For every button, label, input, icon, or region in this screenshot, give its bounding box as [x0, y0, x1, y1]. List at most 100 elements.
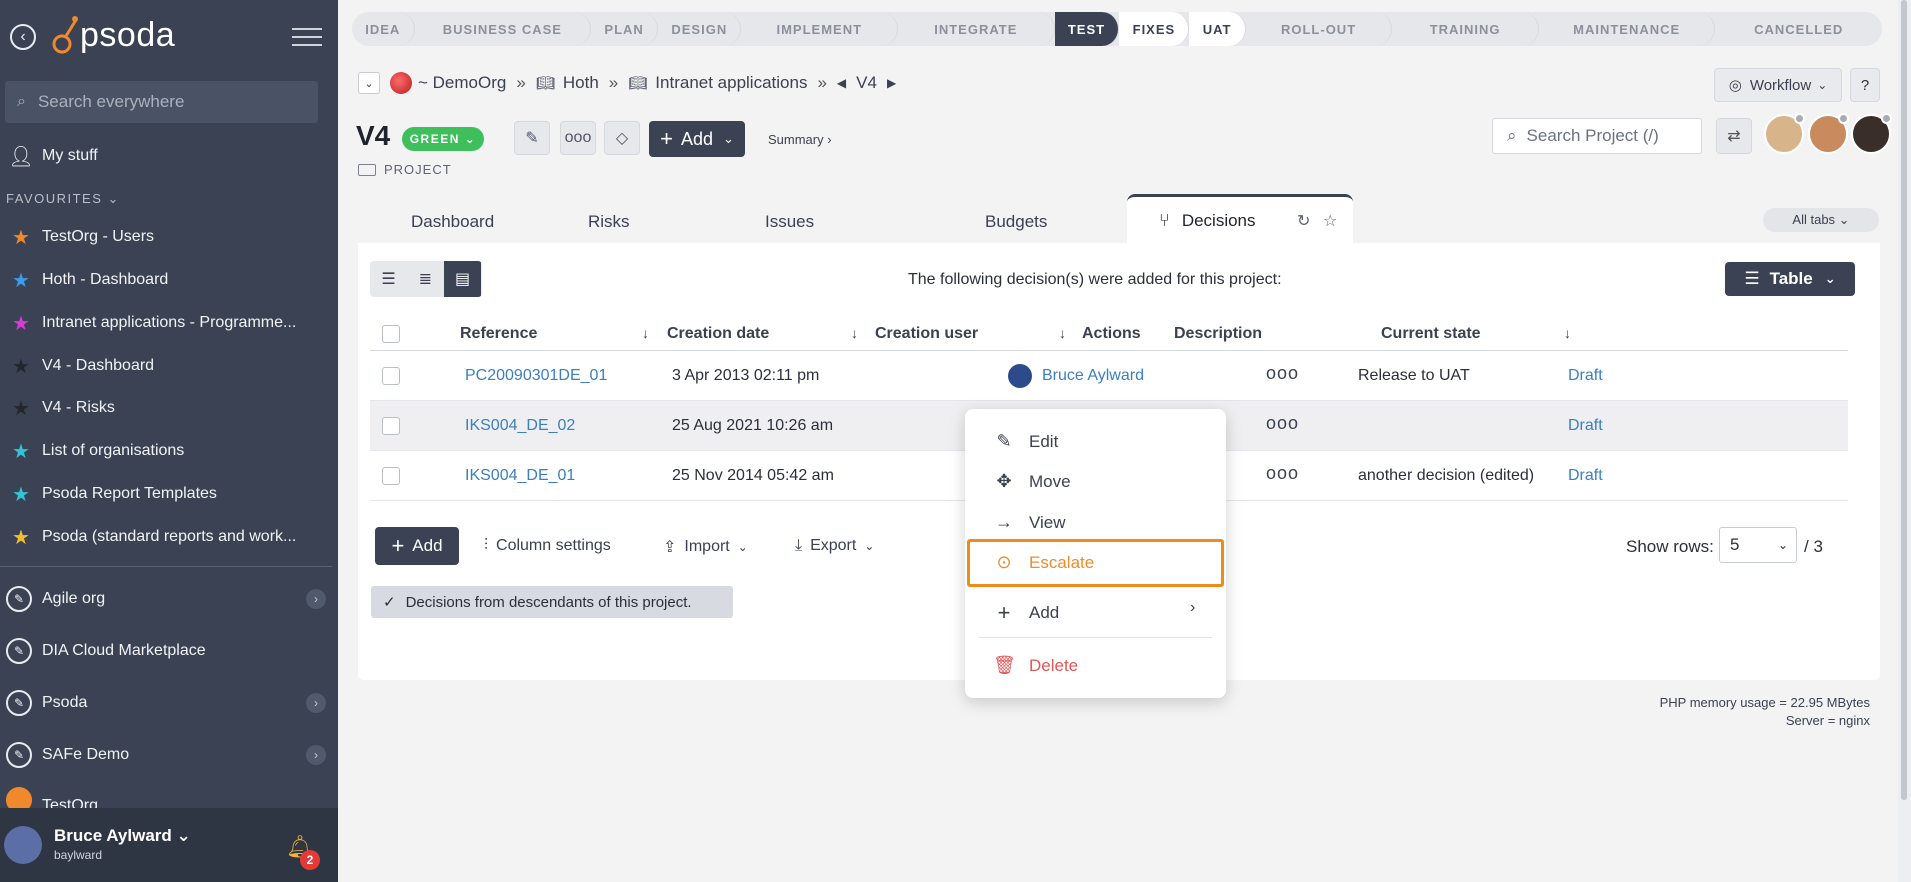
org-item-dia-cloud[interactable]: ✎ DIA Cloud Marketplace [0, 631, 338, 671]
import-button[interactable]: ⇪ Import ⌄ [663, 537, 748, 557]
next-icon[interactable]: ▶ [887, 76, 896, 90]
user-panel[interactable]: Bruce Aylward ⌄ baylward 🔔︎ 2 [0, 808, 338, 882]
row-actions-button[interactable]: ooo [1266, 463, 1299, 484]
chevron-right-icon[interactable]: › [306, 745, 326, 765]
org-item-psoda[interactable]: ✎ Psoda › [0, 683, 338, 723]
density-compact-icon[interactable]: ☰ [370, 261, 407, 297]
decision-reference[interactable]: PC20090301DE_01 [465, 367, 607, 385]
summary-link[interactable]: Summary › [768, 132, 832, 147]
favourite-item[interactable]: ★ TestOrg - Users [0, 217, 338, 257]
sort-icon[interactable]: ↓ [851, 325, 858, 341]
avatar[interactable] [1808, 113, 1849, 154]
breadcrumb-project-group[interactable]: Intranet applications [655, 73, 807, 93]
breadcrumb-program[interactable]: Hoth [563, 73, 599, 93]
favourite-item[interactable]: ★ Intranet applications - Programme... [0, 303, 338, 343]
view-mode-button[interactable]: ☰ Table ⌄ [1725, 262, 1855, 296]
breadcrumb-dropdown-icon[interactable]: ⌄ [358, 72, 380, 94]
all-tabs-button[interactable]: All tabs ⌄ [1763, 208, 1879, 232]
row-checkbox[interactable] [382, 367, 400, 385]
chevron-right-icon[interactable]: › [306, 693, 326, 713]
descendants-filter-chip[interactable]: ✓ Decisions from descendants of this pro… [371, 586, 733, 618]
stage-fixes[interactable]: FIXES [1119, 12, 1190, 46]
row-checkbox[interactable] [382, 417, 400, 435]
stage-integrate[interactable]: INTEGRATE [898, 12, 1055, 46]
stage-cancelled[interactable]: CANCELLED [1715, 12, 1882, 46]
stage-implement[interactable]: IMPLEMENT [741, 12, 899, 46]
user-name[interactable]: Bruce Aylward ⌄ [54, 826, 191, 846]
previous-icon[interactable]: ◀ [837, 76, 846, 90]
column-current-state[interactable]: Current state [1381, 325, 1481, 343]
export-button[interactable]: ⤓ Export ⌄ [795, 537, 874, 555]
tab-issues[interactable]: Issues [765, 212, 814, 232]
page-scrollbar[interactable] [1898, 0, 1911, 882]
column-reference[interactable]: Reference [460, 325, 537, 343]
creation-user[interactable]: Bruce Aylward [1042, 367, 1144, 385]
stage-design[interactable]: DESIGN [658, 12, 742, 46]
sort-icon[interactable]: ↓ [642, 325, 649, 341]
add-button[interactable]: + Add ⌄ [649, 121, 745, 157]
decision-state[interactable]: Draft [1568, 417, 1603, 435]
column-creation-user[interactable]: Creation user [875, 325, 978, 343]
stage-business-case[interactable]: BUSINESS CASE [414, 12, 592, 46]
tab-budgets[interactable]: Budgets [985, 212, 1047, 232]
tab-decisions[interactable]: ⑂ Decisions ↻ ☆ [1127, 194, 1353, 244]
more-button[interactable]: ooo [560, 121, 596, 155]
avatar[interactable] [1851, 113, 1892, 154]
decision-reference[interactable]: IKS004_DE_01 [465, 467, 575, 485]
decision-reference[interactable]: IKS004_DE_02 [465, 417, 575, 435]
menu-item-view[interactable]: → View [993, 512, 1066, 533]
refresh-icon[interactable]: ↻ [1297, 211, 1310, 231]
sidebar-collapse-icon[interactable] [292, 28, 322, 48]
menu-item-delete[interactable]: 🗑︎ Delete [993, 655, 1078, 676]
favourite-item[interactable]: ★ V4 - Risks [0, 388, 338, 428]
row-actions-button[interactable]: ooo [1266, 413, 1299, 434]
decision-state[interactable]: Draft [1568, 367, 1603, 385]
org-item-testorg[interactable]: TestOrg [0, 787, 338, 808]
menu-item-move[interactable]: ✥ Move [993, 471, 1070, 492]
menu-item-escalate[interactable]: ⊙ Escalate [993, 552, 1094, 573]
menu-item-edit[interactable]: ✎ Edit [993, 431, 1058, 452]
favourites-header[interactable]: FAVOURITES ⌄ [6, 191, 120, 207]
sort-icon[interactable]: ↓ [1059, 325, 1066, 341]
star-outline-icon[interactable]: ☆ [1323, 211, 1337, 231]
stage-test[interactable]: TEST [1054, 12, 1120, 46]
global-search-input[interactable]: ⌕ Search everywhere [5, 81, 318, 123]
status-badge[interactable]: GREEN ⌄ [402, 127, 484, 151]
row-checkbox[interactable] [382, 467, 400, 485]
select-all-checkbox[interactable] [382, 325, 400, 343]
tab-dashboard[interactable]: Dashboard [411, 212, 494, 232]
menu-item-add[interactable]: + Add [993, 600, 1060, 626]
density-expanded-icon[interactable]: ▤ [444, 261, 481, 297]
workflow-button[interactable]: ◎ Workflow ⌄ [1714, 68, 1842, 102]
logo[interactable]: psoda [52, 14, 175, 56]
table-row[interactable]: PC20090301DE_01 3 Apr 2013 02:11 pm Bruc… [370, 351, 1848, 401]
density-normal-icon[interactable]: ≣ [407, 261, 444, 297]
favourite-item[interactable]: ★ V4 - Dashboard [0, 346, 338, 386]
column-creation-date[interactable]: Creation date [667, 325, 769, 343]
stage-uat[interactable]: UAT [1189, 12, 1246, 46]
org-item-safe-demo[interactable]: ✎ SAFe Demo › [0, 735, 338, 775]
stage-idea[interactable]: IDEA [352, 12, 415, 46]
favourite-item[interactable]: ★ Psoda Report Templates [0, 474, 338, 514]
row-actions-button[interactable]: ooo [1266, 363, 1299, 384]
column-settings-button[interactable]: ⫶ Column settings [484, 537, 611, 555]
sort-icon[interactable]: ↓ [1564, 325, 1571, 341]
favourite-item[interactable]: ★ Hoth - Dashboard [0, 260, 338, 300]
breadcrumb-org[interactable]: ~ DemoOrg [418, 73, 506, 93]
stage-roll-out[interactable]: ROLL-OUT [1245, 12, 1393, 46]
avatar[interactable] [1764, 113, 1805, 154]
stage-maintenance[interactable]: MAINTENANCE [1538, 12, 1716, 46]
stage-plan[interactable]: PLAN [591, 12, 659, 46]
favourite-item[interactable]: ★ List of organisations [0, 431, 338, 471]
chevron-right-icon[interactable]: › [306, 589, 326, 609]
tab-risks[interactable]: Risks [588, 212, 630, 232]
project-search-input[interactable]: ⌕ Search Project (/) [1492, 118, 1702, 154]
column-description[interactable]: Description [1174, 325, 1262, 343]
rows-per-page-select[interactable]: 5 ⌄ [1719, 527, 1797, 563]
edit-button[interactable]: ✎ [514, 121, 550, 155]
decision-state[interactable]: Draft [1568, 467, 1603, 485]
help-button[interactable]: ? [1850, 68, 1880, 102]
tag-button[interactable]: ◇ [604, 121, 640, 155]
stage-training[interactable]: TRAINING [1392, 12, 1539, 46]
favourite-item[interactable]: ★ Psoda (standard reports and work... [0, 517, 338, 557]
